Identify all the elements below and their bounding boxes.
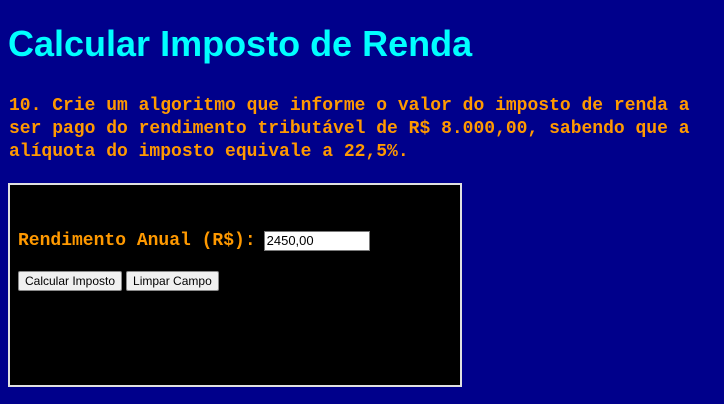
calculator-form-panel: Rendimento Anual (R$): Calcular Imposto … — [8, 183, 462, 387]
calculate-tax-button[interactable]: Calcular Imposto — [18, 271, 123, 291]
form-buttons: Calcular Imposto Limpar Campo — [18, 271, 219, 291]
income-field-row: Rendimento Anual (R$): — [18, 229, 370, 253]
clear-field-button[interactable]: Limpar Campo — [126, 271, 219, 291]
income-label: Rendimento Anual (R$): — [18, 231, 256, 251]
exercise-statement: 10. Crie um algoritmo que informe o valo… — [9, 96, 690, 162]
page-title: Calcular Imposto de Renda — [8, 23, 473, 64]
income-input[interactable] — [263, 231, 370, 251]
